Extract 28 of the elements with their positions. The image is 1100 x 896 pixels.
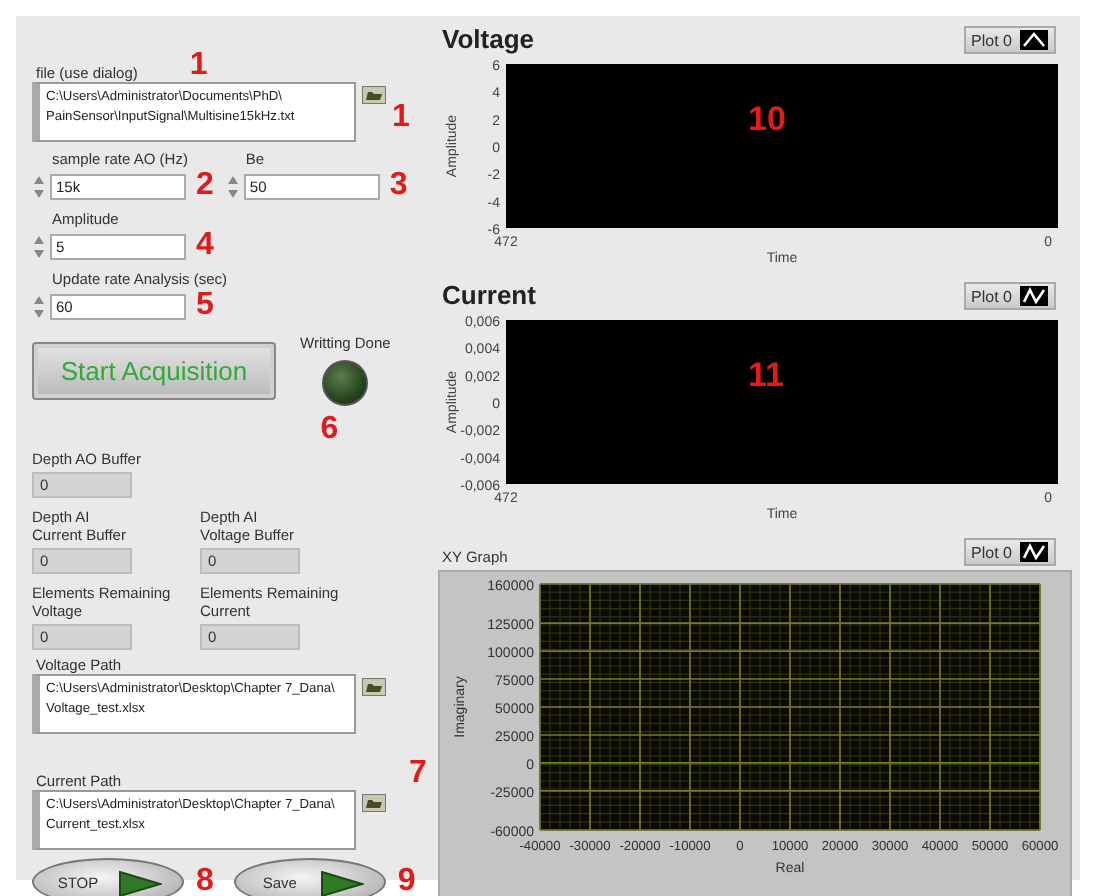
annotation-number: 3 — [389, 170, 408, 202]
graph-title: Voltage — [440, 24, 534, 54]
folder-icon[interactable] — [362, 794, 386, 812]
annotation-number: 2 — [196, 170, 214, 202]
annotation-number: 4 — [196, 230, 214, 262]
annotation-number: 7 — [409, 758, 427, 790]
folder-icon[interactable] — [362, 678, 386, 696]
annotation-number: 1 — [189, 50, 208, 82]
annotation-number: 9 — [397, 866, 416, 896]
play-triangle-icon — [319, 870, 364, 896]
annotation-number: 8 — [196, 866, 214, 896]
folder-icon[interactable] — [362, 86, 386, 104]
spinner-icon[interactable] — [32, 233, 46, 259]
annotation-number: 5 — [196, 290, 214, 322]
annotation-number: 11 — [748, 360, 784, 392]
line-style-icon — [1020, 542, 1048, 562]
annotation-number: 1 — [392, 102, 410, 134]
graph-title: Current — [440, 280, 536, 310]
plot-legend[interactable]: Plot 0 — [963, 282, 1056, 310]
plot-legend[interactable]: Plot 0 — [963, 538, 1056, 566]
plot-legend[interactable]: Plot 0 — [963, 26, 1056, 54]
spinner-icon[interactable] — [32, 173, 46, 199]
spinner-icon[interactable] — [32, 293, 46, 319]
play-triangle-icon — [118, 870, 162, 896]
line-style-icon — [1020, 286, 1048, 306]
annotation-number: 10 — [748, 104, 786, 136]
line-style-icon — [1020, 30, 1048, 50]
annotation-number: 6 — [320, 414, 339, 446]
